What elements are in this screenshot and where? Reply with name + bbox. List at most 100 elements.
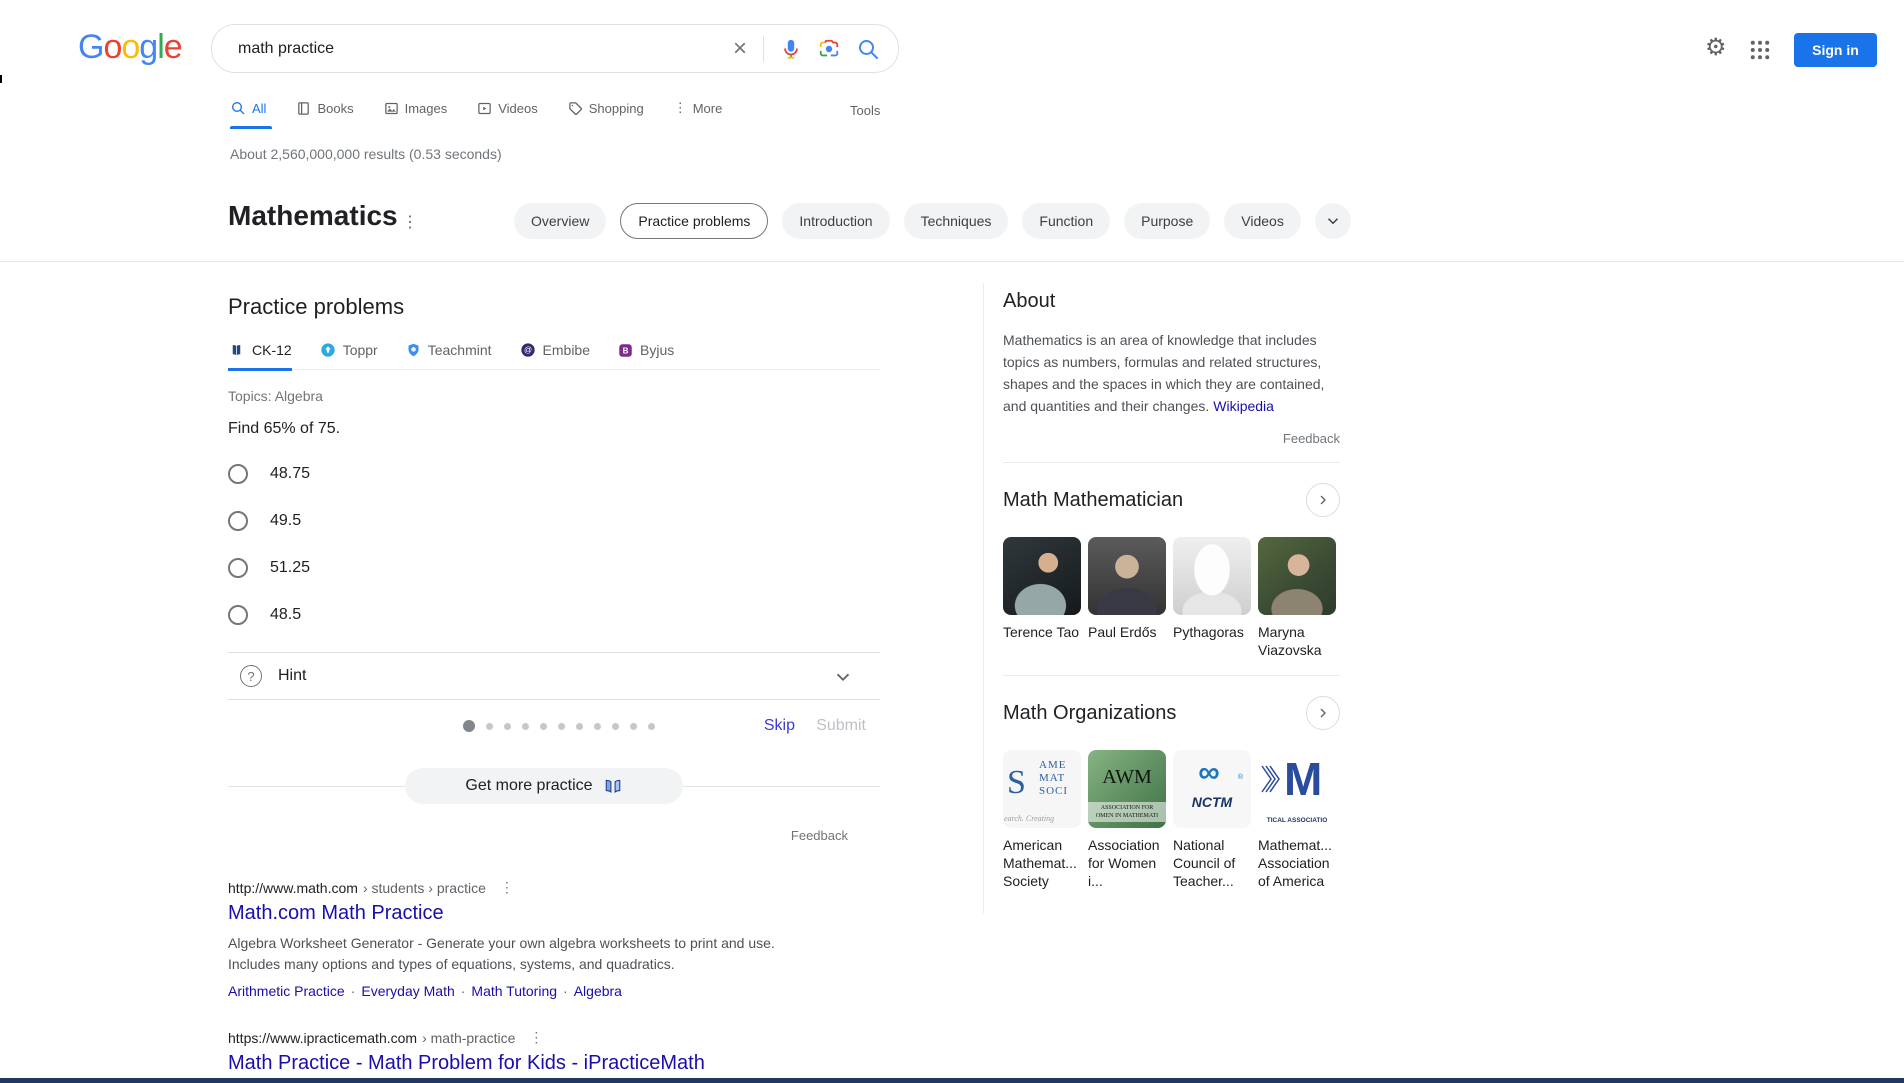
chip-introduction[interactable]: Introduction (782, 203, 889, 239)
about-text: Mathematics is an area of knowledge that… (1003, 329, 1340, 417)
org-name[interactable]: Mathemat... Association of America (1258, 836, 1336, 890)
result-url-row: https://www.ipracticemath.com › math-pra… (228, 1029, 880, 1046)
pagination-dot-active (463, 720, 475, 732)
chips-expand-button[interactable] (1315, 203, 1351, 239)
person-name[interactable]: Paul Erdős (1088, 623, 1166, 659)
answer-option[interactable]: 49.5 (228, 511, 880, 531)
person-name[interactable]: Pythagoras (1173, 623, 1251, 659)
org-name[interactable]: National Council of Teacher... (1173, 836, 1251, 890)
radio-button[interactable] (228, 558, 248, 578)
photo-pythagoras[interactable] (1173, 537, 1251, 615)
logo-maa[interactable]: M TICAL ASSOCIATIO (1258, 750, 1336, 828)
answer-option[interactable]: 48.5 (228, 605, 880, 625)
chip-purpose[interactable]: Purpose (1124, 203, 1210, 239)
entity-menu-icon[interactable]: ⋮ (402, 212, 417, 232)
source-tab-ck12[interactable]: CK-12 (228, 342, 292, 371)
source-tab-teachmint[interactable]: Teachmint (406, 342, 492, 369)
sitelink[interactable]: Algebra (574, 983, 622, 999)
search-submit-icon[interactable] (856, 37, 880, 61)
organizations-more-button[interactable] (1306, 696, 1340, 730)
result-title-link[interactable]: Math Practice - Math Problem for Kids - … (228, 1052, 880, 1075)
tab-shopping[interactable]: Shopping (568, 100, 644, 116)
feedback-link[interactable]: Feedback (1283, 431, 1340, 446)
main-column: Practice problems CK-12 Toppr Teachmint … (228, 282, 880, 1075)
organizations-header: Math Organizations (1003, 696, 1340, 730)
settings-gear-icon[interactable]: ⚙ (1705, 36, 1727, 60)
hint-expander[interactable]: ? Hint (228, 652, 880, 700)
organization-logos: S AME MAT SOCI earch. Creating AWM ASSOC… (1003, 750, 1340, 828)
organizations-title: Math Organizations (1003, 702, 1176, 725)
entity-title: Mathematics (228, 200, 398, 232)
result-title-link[interactable]: Math.com Math Practice (228, 902, 880, 925)
answer-option[interactable]: 51.25 (228, 558, 880, 578)
source-tab-embibe[interactable]: @ Embibe (520, 342, 590, 369)
tab-all[interactable]: All (230, 100, 266, 116)
result-menu-icon[interactable]: ⋮ (529, 1029, 543, 1046)
chevron-right-icon (1315, 705, 1331, 721)
hint-chevron-down-icon[interactable] (832, 666, 854, 693)
tools-button[interactable]: Tools (850, 103, 880, 118)
organization-names: American Mathemat... Society Association… (1003, 836, 1340, 890)
person-name[interactable]: Maryna Viazovska (1258, 623, 1336, 659)
byjus-icon: B (618, 343, 633, 358)
org-name[interactable]: American Mathemat... Society (1003, 836, 1081, 890)
tab-books[interactable]: Books (296, 100, 353, 116)
org-name[interactable]: Association for Women i... (1088, 836, 1166, 890)
sitelink[interactable]: Everyday Math (361, 983, 454, 999)
radio-button[interactable] (228, 605, 248, 625)
skip-button[interactable]: Skip (764, 717, 795, 735)
get-more-practice-button[interactable]: Get more practice (405, 768, 683, 804)
chip-overview[interactable]: Overview (514, 203, 606, 239)
practice-problems-title: Practice problems (228, 294, 880, 320)
tab-videos[interactable]: Videos (477, 100, 538, 116)
result-sitelinks: Arithmetic Practice·Everyday Math·Math T… (228, 983, 880, 999)
lens-camera-icon[interactable] (818, 38, 840, 60)
radio-button[interactable] (228, 511, 248, 531)
feedback-link[interactable]: Feedback (791, 828, 848, 843)
radio-button[interactable] (228, 464, 248, 484)
mathematicians-title: Math Mathematician (1003, 489, 1183, 512)
sign-in-button[interactable]: Sign in (1794, 33, 1877, 67)
tab-all-label: All (252, 101, 266, 116)
photo-paul-erdos[interactable] (1088, 537, 1166, 615)
tab-videos-label: Videos (498, 101, 538, 116)
result-url[interactable]: https://www.ipracticemath.com (228, 1030, 417, 1046)
sitelink[interactable]: Arithmetic Practice (228, 983, 345, 999)
window-bottom-bar (0, 1078, 1904, 1083)
chip-videos[interactable]: Videos (1224, 203, 1301, 239)
pagination-dot (576, 723, 583, 730)
tab-images[interactable]: Images (384, 100, 448, 116)
photo-terence-tao[interactable] (1003, 537, 1081, 615)
google-logo[interactable]: Google (78, 28, 182, 67)
logo-ams[interactable]: S AME MAT SOCI earch. Creating (1003, 750, 1081, 828)
logo-awm[interactable]: AWM ASSOCIATION FOR OMEN IN MATHEMATI (1088, 750, 1166, 828)
person-name[interactable]: Terence Tao (1003, 623, 1081, 659)
answer-option[interactable]: 48.75 (228, 464, 880, 484)
chip-practice-problems[interactable]: Practice problems (620, 203, 768, 239)
google-apps-grid-icon[interactable] (1750, 40, 1770, 65)
voice-search-icon[interactable] (780, 38, 802, 60)
mathematicians-more-button[interactable] (1306, 483, 1340, 517)
result-url[interactable]: http://www.math.com (228, 880, 358, 896)
search-tabs: All Books Images Videos Shopping ⋮ More (230, 100, 722, 116)
logo-nctm[interactable]: ∞ ® NCTM (1173, 750, 1251, 828)
tab-books-label: Books (317, 101, 353, 116)
clear-search-icon[interactable]: × (733, 37, 747, 61)
tab-more[interactable]: ⋮ More (674, 100, 723, 116)
submit-button[interactable]: Submit (816, 717, 866, 735)
search-bar[interactable]: × (211, 24, 899, 73)
pagination-dot (486, 723, 493, 730)
source-tab-byjus[interactable]: B Byjus (618, 342, 674, 369)
wikipedia-link[interactable]: Wikipedia (1213, 398, 1274, 414)
svg-text:@: @ (523, 346, 531, 355)
question-pagination: Skip Submit (228, 714, 880, 738)
hint-label: Hint (278, 667, 306, 685)
photo-maryna-viazovska[interactable] (1258, 537, 1336, 615)
result-menu-icon[interactable]: ⋮ (500, 879, 514, 896)
search-input[interactable] (236, 25, 716, 72)
search-result: https://www.ipracticemath.com › math-pra… (228, 1029, 880, 1075)
source-tab-toppr[interactable]: Toppr (320, 342, 378, 369)
sitelink[interactable]: Math Tutoring (471, 983, 557, 999)
chip-techniques[interactable]: Techniques (904, 203, 1009, 239)
chip-function[interactable]: Function (1022, 203, 1110, 239)
